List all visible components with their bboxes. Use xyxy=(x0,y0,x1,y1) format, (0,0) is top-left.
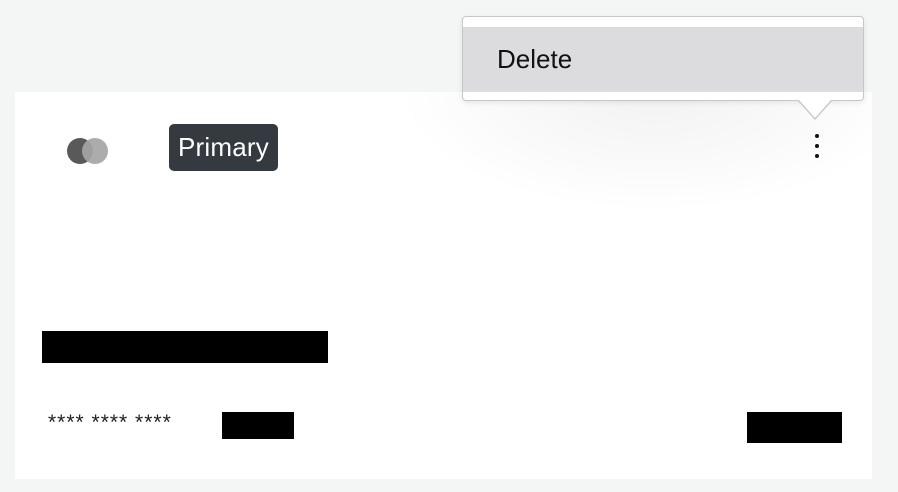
card-last4-redaction xyxy=(222,412,294,439)
ellipsis-dot-icon xyxy=(815,144,819,148)
card-brand-icon xyxy=(67,138,111,166)
card-expiry-redaction xyxy=(747,412,842,443)
card-menu-button[interactable] xyxy=(807,128,827,168)
card-brand-circle-right xyxy=(82,138,108,164)
cardholder-name-redaction xyxy=(42,331,328,363)
card-actions-popover: Delete xyxy=(462,16,864,101)
primary-badge: Primary xyxy=(169,124,278,171)
popover-arrow-inner xyxy=(799,100,831,118)
payment-card: Primary **** **** **** xyxy=(15,92,872,479)
masked-card-number: **** **** **** xyxy=(48,411,172,434)
delete-menu-item[interactable]: Delete xyxy=(463,27,863,92)
ellipsis-dot-icon xyxy=(815,134,819,138)
ellipsis-dot-icon xyxy=(815,154,819,158)
